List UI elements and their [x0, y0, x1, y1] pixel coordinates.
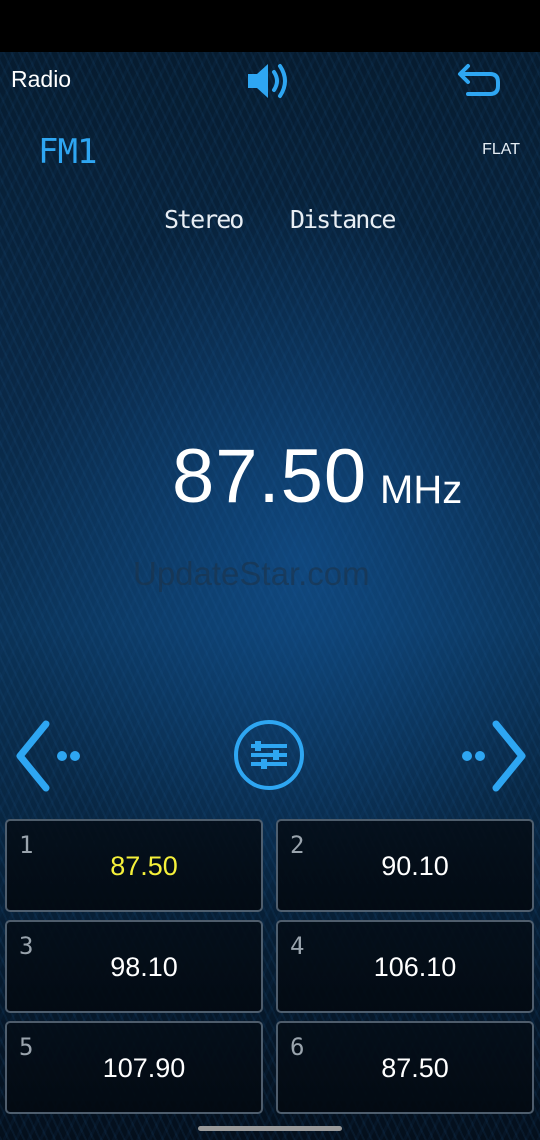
- band-label[interactable]: FM1: [38, 132, 97, 172]
- preset-button-6[interactable]: 6 87.50: [276, 1021, 534, 1114]
- frequency-display: 87.50: [172, 434, 368, 519]
- watermark: UpdateStar.com: [133, 555, 370, 592]
- preset-frequency: 90.10: [381, 851, 449, 881]
- stereo-indicator: Stereo: [164, 205, 244, 234]
- app-title: Radio: [11, 66, 72, 92]
- preset-frequency: 87.50: [110, 851, 178, 881]
- preset-frequency: 106.10: [373, 952, 457, 982]
- preset-frequency: 87.50: [381, 1053, 449, 1083]
- preset-frequency: 107.90: [102, 1053, 186, 1083]
- status-bar: [0, 0, 540, 52]
- eq-preset-label[interactable]: FLAT: [482, 141, 520, 159]
- preset-frequency: 98.10: [110, 952, 178, 982]
- back-icon[interactable]: [456, 62, 502, 98]
- chevron-right-icon[interactable]: [460, 718, 530, 794]
- frequency-unit: MHz: [380, 468, 463, 512]
- preset-button-5[interactable]: 5 107.90: [5, 1021, 263, 1114]
- sliders-icon[interactable]: [233, 719, 305, 791]
- preset-button-1[interactable]: 1 87.50: [5, 819, 263, 912]
- home-indicator[interactable]: [198, 1126, 342, 1131]
- preset-button-4[interactable]: 4 106.10: [276, 920, 534, 1013]
- distance-indicator: Distance: [290, 205, 396, 234]
- preset-button-3[interactable]: 3 98.10: [5, 920, 263, 1013]
- preset-button-2[interactable]: 2 90.10: [276, 819, 534, 912]
- radio-screen: Radio FM1 FLAT Stereo Distance 87.50 MHz…: [0, 0, 540, 1140]
- speaker-icon[interactable]: [246, 58, 294, 104]
- chevron-left-icon[interactable]: [12, 718, 82, 794]
